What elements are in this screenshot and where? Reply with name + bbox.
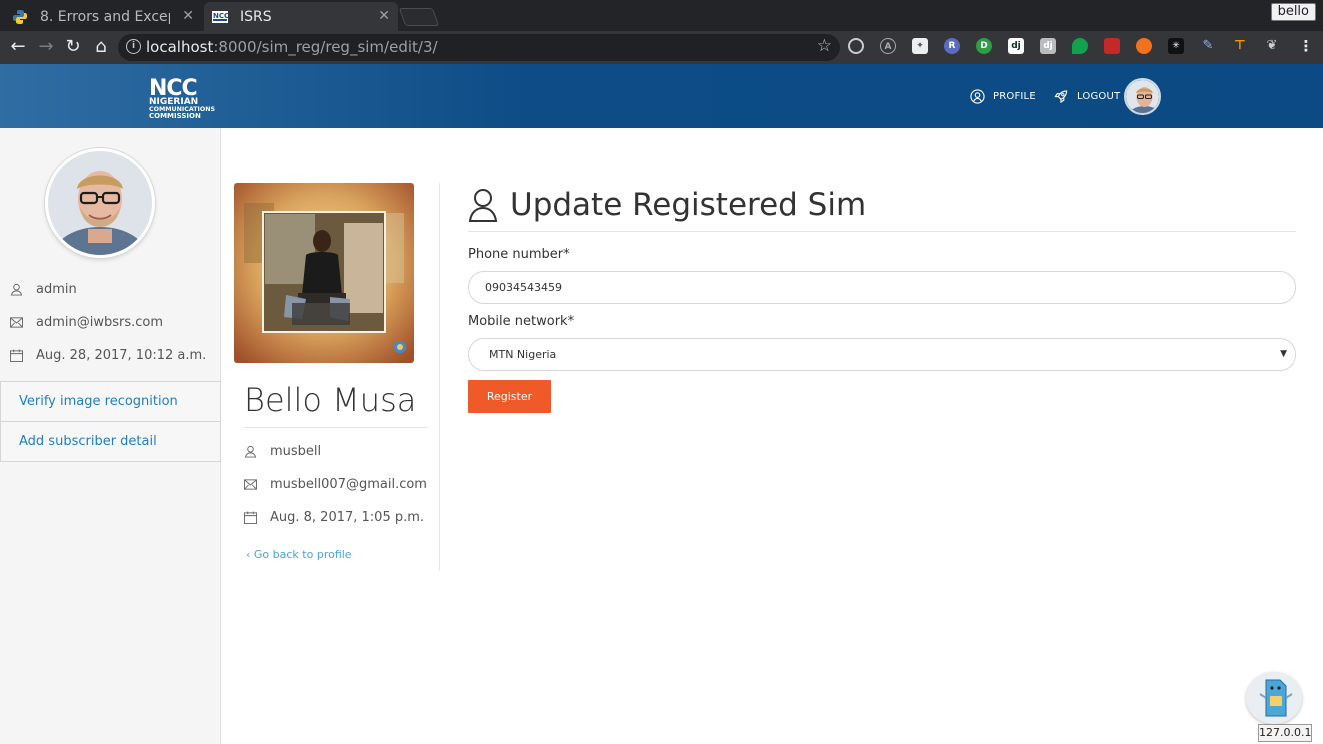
url-text[interactable]: localhost:8000/sim_reg/reg_sim/edit/3/ (146, 38, 438, 56)
update-sim-form: Update Registered Sim Phone number* 0903… (468, 180, 1296, 413)
close-tab-icon[interactable]: ✕ (182, 8, 194, 24)
extension-toolbox-icon[interactable] (1104, 38, 1120, 54)
ip-address-label: 127.0.0.1 (1258, 724, 1312, 742)
browser-tabstrip: 8. Errors and Excep ✕ NCC ISRS ✕ bello (0, 0, 1323, 31)
subscriber-date: Aug. 8, 2017, 1:05 p.m. (270, 510, 425, 525)
site-header: NCC NIGERIAN COMMUNICATIONS COMMISSION P… (0, 64, 1323, 128)
envelope-icon (244, 479, 258, 490)
chevron-left-icon: ‹ (246, 548, 251, 561)
subscriber-date-row: Aug. 8, 2017, 1:05 p.m. (244, 510, 424, 525)
back-to-profile-link[interactable]: ‹ Go back to profile (246, 548, 352, 561)
extension-tag-icon[interactable]: ⊤ (1232, 38, 1248, 54)
back-arrow-icon[interactable]: ← (7, 36, 29, 58)
nav-profile-label: PROFILE (993, 91, 1036, 102)
extension-chat-icon[interactable] (1072, 38, 1088, 54)
sidebar-email: admin@iwbsrs.com (36, 315, 164, 330)
header-avatar[interactable] (1124, 78, 1161, 115)
new-tab-button[interactable] (398, 8, 440, 26)
tab-title: 8. Errors and Excep (40, 8, 170, 25)
nav-profile[interactable]: PROFILE (970, 89, 1036, 104)
sidebar-email-row: admin@iwbsrs.com (10, 315, 163, 330)
extension-django-icon[interactable]: dj (1008, 38, 1024, 54)
caret-down-icon: ▼ (1280, 349, 1287, 359)
extension-r-icon[interactable]: R (944, 38, 960, 54)
info-icon[interactable]: i (126, 39, 141, 54)
sidebar-date-row: Aug. 28, 2017, 10:12 a.m. (10, 348, 206, 363)
extension-django-grey-icon[interactable]: dj (1040, 38, 1056, 54)
user-icon (244, 445, 258, 458)
name-divider (244, 427, 427, 428)
user-icon (468, 189, 498, 222)
sidebar-username: admin (36, 282, 77, 297)
svg-text:COMMISSION: COMMISSION (149, 112, 201, 120)
nav-logout[interactable]: LOGOUT (1053, 89, 1120, 104)
subscriber-username: musbell (270, 444, 322, 459)
form-heading: Update Registered Sim (468, 180, 1296, 230)
browser-toolbar: ← → ↻ ⌂ i localhost:8000/sim_reg/reg_sim… (0, 31, 1323, 64)
extension-pen-icon[interactable]: ✎ (1200, 38, 1216, 54)
extension-a-icon[interactable]: A (880, 38, 896, 54)
subscriber-name: Bello Musa (244, 381, 417, 419)
mobile-network-value: MTN Nigeria (489, 348, 557, 361)
sidebar-link-add-subscriber[interactable]: Add subscriber detail (0, 421, 221, 462)
register-button[interactable]: Register (468, 380, 551, 413)
extension-target-icon[interactable] (848, 38, 864, 54)
subscriber-username-row: musbell (244, 444, 321, 459)
envelope-icon (10, 317, 24, 328)
subscriber-email: musbell007@gmail.com (270, 477, 427, 492)
user-icon (10, 283, 24, 296)
home-icon[interactable]: ⌂ (90, 36, 112, 58)
extension-puzzle-icon[interactable]: ✦ (912, 38, 928, 54)
back-to-profile-label: Go back to profile (253, 548, 352, 561)
sidebar-link-verify-image[interactable]: Verify image recognition (0, 381, 221, 422)
ncc-logo[interactable]: NCC NIGERIAN COMMUNICATIONS COMMISSION (148, 74, 216, 120)
subscriber-profile: Bello Musa musbell musbell007@gmail.com … (234, 183, 440, 571)
debug-toolbar-handle[interactable] (1246, 672, 1302, 724)
extension-lifebuoy-icon[interactable] (1136, 38, 1152, 54)
browser-tab-errors[interactable]: 8. Errors and Excep ✕ (4, 2, 202, 31)
bookmark-star-icon[interactable]: ☆ (817, 36, 832, 56)
sidebar-date: Aug. 28, 2017, 10:12 a.m. (36, 348, 207, 363)
reload-icon[interactable]: ↻ (62, 36, 84, 58)
browser-tab-isrs[interactable]: NCC ISRS ✕ (204, 2, 398, 31)
admin-avatar (45, 148, 155, 258)
calendar-icon (10, 349, 24, 362)
profile-chip[interactable]: bello (1270, 3, 1316, 21)
title-divider (468, 231, 1296, 232)
calendar-icon (244, 511, 258, 524)
phone-number-label: Phone number* (468, 247, 570, 262)
mobile-network-select[interactable]: MTN Nigeria ▼ (468, 338, 1296, 371)
forward-arrow-icon[interactable]: → (35, 36, 57, 58)
sidebar: admin admin@iwbsrs.com Aug. 28, 2017, 10… (0, 128, 221, 744)
extension-leaf-icon[interactable]: ❦ (1264, 38, 1280, 54)
phone-number-input[interactable]: 09034543459 (468, 271, 1296, 304)
tab-title: ISRS (240, 8, 272, 25)
user-circle-icon (970, 89, 985, 104)
subscriber-email-row: musbell007@gmail.com (244, 477, 427, 492)
mobile-network-label: Mobile network* (468, 314, 575, 329)
extension-colorpicker-icon[interactable]: ✳ (1168, 38, 1184, 54)
menu-kebab-icon[interactable]: ⋮ (1298, 38, 1314, 54)
sim-card-mascot-icon (1259, 679, 1293, 717)
svg-text:NCC: NCC (213, 12, 228, 20)
form-title: Update Registered Sim (510, 187, 867, 223)
ncc-favicon-icon: NCC (212, 10, 228, 23)
close-tab-icon[interactable]: ✕ (378, 8, 390, 24)
nav-logout-label: LOGOUT (1077, 91, 1121, 102)
address-bar[interactable]: i localhost:8000/sim_reg/reg_sim/edit/3/… (118, 34, 840, 61)
rocket-icon (1054, 90, 1068, 104)
extension-d-icon[interactable]: D (976, 38, 992, 54)
subscriber-photo (234, 183, 414, 363)
sidebar-username-row: admin (10, 282, 77, 297)
python-icon (13, 9, 27, 24)
phone-number-value: 09034543459 (485, 281, 562, 294)
